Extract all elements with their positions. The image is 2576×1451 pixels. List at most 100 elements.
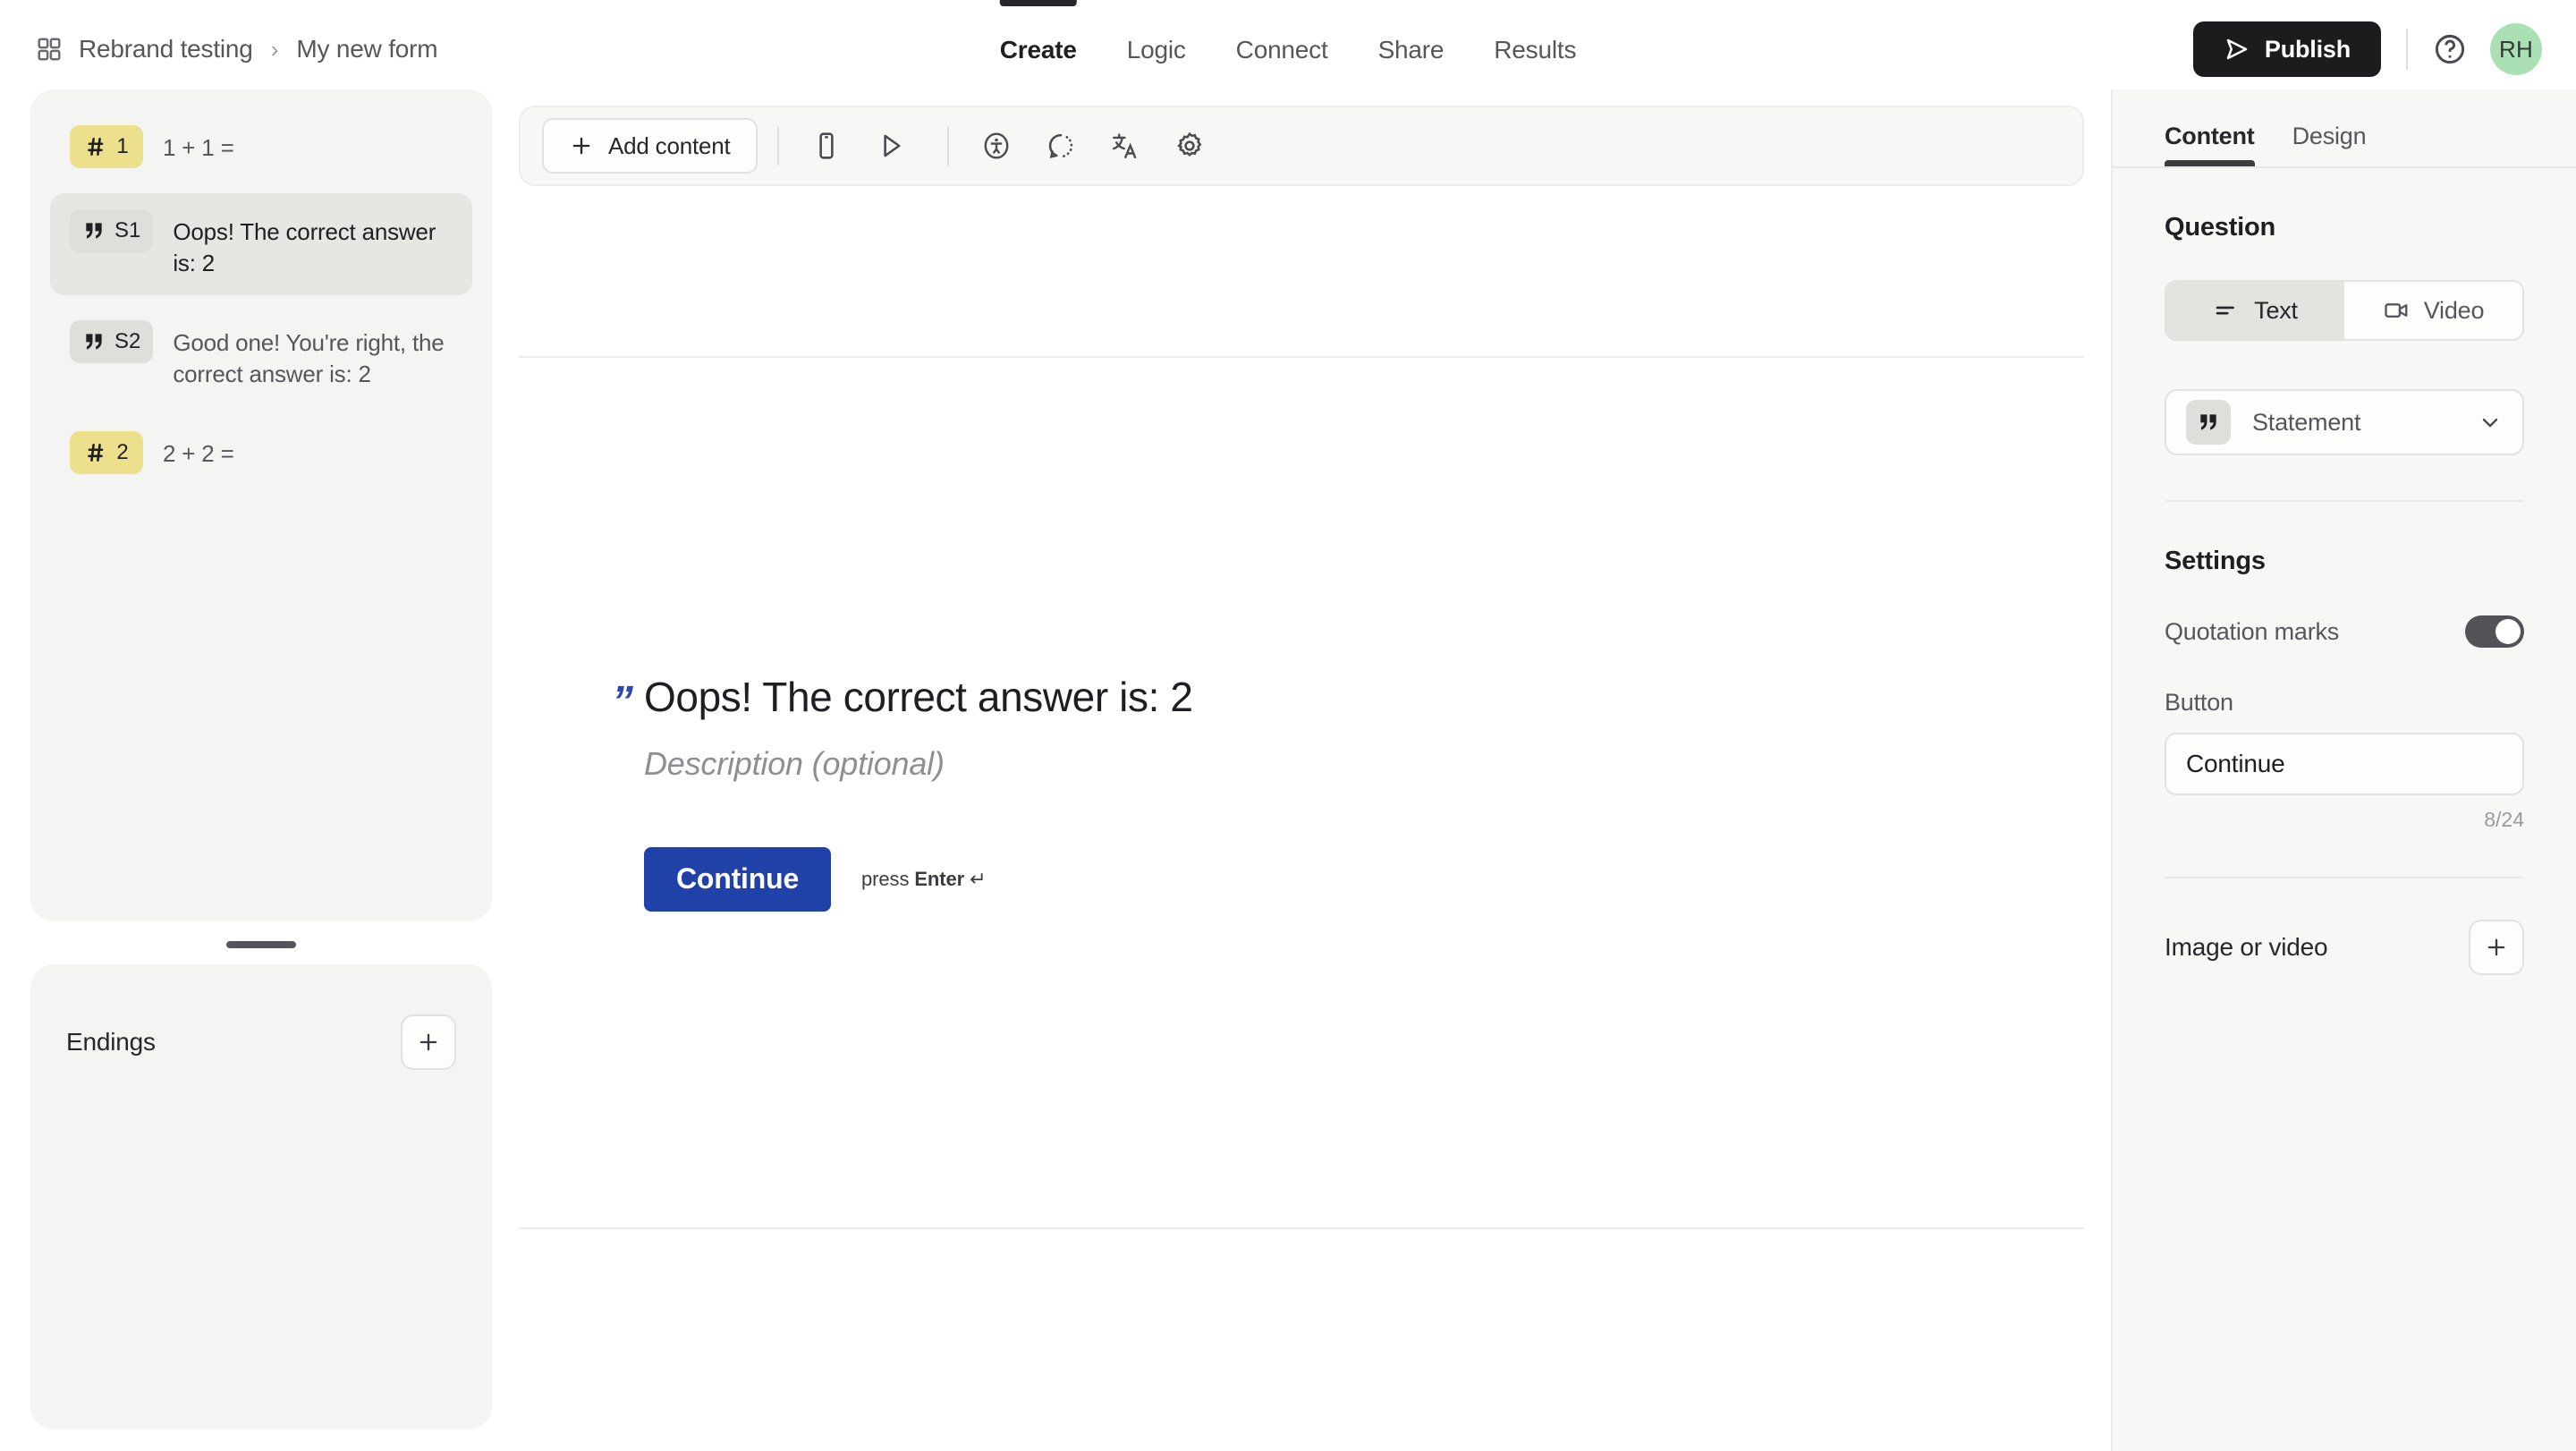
hash-icon (84, 135, 107, 158)
toggle-option-text[interactable]: Text (2166, 282, 2344, 339)
tab-share[interactable]: Share (1378, 0, 1445, 99)
question-badge: 2 (70, 431, 143, 475)
play-preview-icon[interactable] (863, 118, 919, 174)
question-section-title: Question (2165, 213, 2276, 242)
right-panel-body: Question Text Video Statement Settings Q… (2113, 213, 2576, 975)
quote-icon (82, 330, 106, 353)
quote-icon (82, 219, 106, 242)
press-enter-hint: press Enter ↵ (861, 867, 987, 891)
headline-row: ” Oops! The correct answer is: 2 (612, 672, 2084, 724)
button-field-label: Button (2165, 689, 2233, 716)
right-settings-panel: Content Design Question Text Video State… (2111, 89, 2576, 1451)
question-badge: 1 (70, 125, 143, 168)
header-actions: Publish RH (2192, 0, 2542, 98)
image-or-video-label: Image or video (2165, 933, 2328, 961)
question-list-item-s1[interactable]: S1 Oops! The correct answer is: 2 (50, 193, 472, 296)
plus-icon (569, 133, 594, 158)
toggle-option-video[interactable]: Video (2344, 282, 2522, 339)
app-header: Rebrand testing › My new form Create Log… (0, 0, 2576, 98)
quotation-marks-setting: Quotation marks (2165, 615, 2524, 648)
image-or-video-row: Image or video (2165, 920, 2524, 975)
tab-connect[interactable]: Connect (1236, 0, 1328, 99)
tab-results[interactable]: Results (1494, 0, 1576, 99)
button-text-input[interactable] (2165, 733, 2524, 795)
endings-panel: Endings (30, 964, 492, 1430)
question-badge-label: 2 (116, 440, 129, 465)
form-canvas: Add content ” Oops! The correct answer i… (519, 106, 2084, 1438)
avatar[interactable]: RH (2490, 23, 2542, 75)
question-item-text: Oops! The correct answer is: 2 (173, 218, 436, 277)
canvas-toolbar: Add content (519, 106, 2084, 186)
breadcrumb: Rebrand testing › My new form (36, 35, 438, 64)
settings-divider (2165, 500, 2524, 502)
accessibility-icon[interactable] (969, 118, 1024, 174)
question-list-item-1[interactable]: 1 1 + 1 = (50, 109, 472, 184)
left-sidebar: 1 1 + 1 = S1 Oops! The correct answer is… (30, 89, 492, 1431)
hash-icon (84, 441, 107, 464)
text-align-icon (2213, 297, 2240, 324)
question-item-text: 2 + 2 = (163, 440, 234, 468)
press-enter-prefix: press (861, 867, 915, 890)
grid-icon[interactable] (36, 36, 63, 63)
description-placeholder[interactable]: Description (optional) (644, 745, 2084, 783)
question-type-label: Statement (2252, 408, 2361, 436)
tab-create[interactable]: Create (999, 0, 1077, 99)
toolbar-divider (776, 126, 779, 165)
quotation-mark-icon: ” (612, 678, 633, 726)
endings-title: Endings (66, 1028, 156, 1056)
continue-button[interactable]: Continue (644, 846, 832, 912)
plus-icon (416, 1030, 441, 1055)
question-badge-label: S2 (114, 329, 141, 354)
toggle-knob (2496, 619, 2521, 644)
add-ending-button[interactable] (401, 1014, 456, 1070)
question-badge-label: 1 (116, 134, 129, 158)
chevron-down-icon (2478, 410, 2503, 435)
translate-icon[interactable] (1097, 118, 1153, 174)
tab-logic[interactable]: Logic (1127, 0, 1186, 99)
header-divider (2406, 29, 2408, 70)
add-content-button[interactable]: Add content (542, 118, 758, 174)
media-divider (2165, 877, 2524, 878)
endings-header: Endings (66, 964, 456, 1070)
question-headline[interactable]: Oops! The correct answer is: 2 (644, 672, 1193, 724)
publish-label: Publish (2264, 35, 2351, 63)
breadcrumb-separator: › (270, 35, 279, 63)
toggle-option-video-label: Video (2423, 296, 2485, 324)
mobile-preview-icon[interactable] (799, 118, 854, 174)
question-badge: S1 (70, 209, 154, 252)
question-item-text: 1 + 1 = (163, 134, 234, 161)
questions-panel: 1 1 + 1 = S1 Oops! The correct answer is… (30, 89, 492, 921)
quotation-marks-label: Quotation marks (2165, 617, 2340, 645)
help-circle-icon[interactable] (2433, 32, 2467, 66)
breadcrumb-form-name[interactable]: My new form (296, 35, 437, 64)
question-type-badge (2186, 400, 2231, 445)
settings-gear-icon[interactable] (1162, 118, 1217, 174)
add-content-label: Add content (608, 132, 731, 159)
question-list-item-s2[interactable]: S2 Good one! You're right, the correct a… (50, 304, 472, 406)
enter-return-icon: ↵ (970, 867, 987, 890)
quotation-marks-toggle[interactable] (2465, 615, 2524, 648)
reset-icon[interactable] (1033, 118, 1089, 174)
add-media-button[interactable] (2469, 920, 2524, 975)
main-nav-tabs: Create Logic Connect Share Results (999, 0, 1576, 99)
question-badge: S2 (70, 320, 154, 364)
tab-design[interactable]: Design (2292, 123, 2367, 166)
video-camera-icon (2383, 297, 2410, 324)
preview-frame-bottom (519, 1227, 2084, 1229)
sidebar-resize-handle[interactable] (226, 941, 296, 948)
question-type-dropdown[interactable]: Statement (2165, 389, 2524, 455)
breadcrumb-workspace[interactable]: Rebrand testing (79, 35, 253, 64)
settings-section-title: Settings (2165, 547, 2266, 575)
press-enter-key: Enter (914, 867, 965, 890)
right-panel-tabs: Content Design (2113, 89, 2576, 168)
question-item-text: Good one! You're right, the correct answ… (173, 329, 445, 388)
publish-button[interactable]: Publish (2192, 21, 2381, 77)
question-list-item-2[interactable]: 2 2 + 2 = (50, 415, 472, 490)
toolbar-divider (946, 126, 949, 165)
preview-slide: ” Oops! The correct answer is: 2 Descrip… (519, 356, 2084, 1227)
tab-content[interactable]: Content (2165, 123, 2255, 166)
plus-icon (2484, 935, 2509, 960)
question-badge-label: S1 (114, 218, 141, 242)
button-char-counter: 8/24 (2484, 808, 2524, 831)
quote-icon (2197, 411, 2220, 434)
